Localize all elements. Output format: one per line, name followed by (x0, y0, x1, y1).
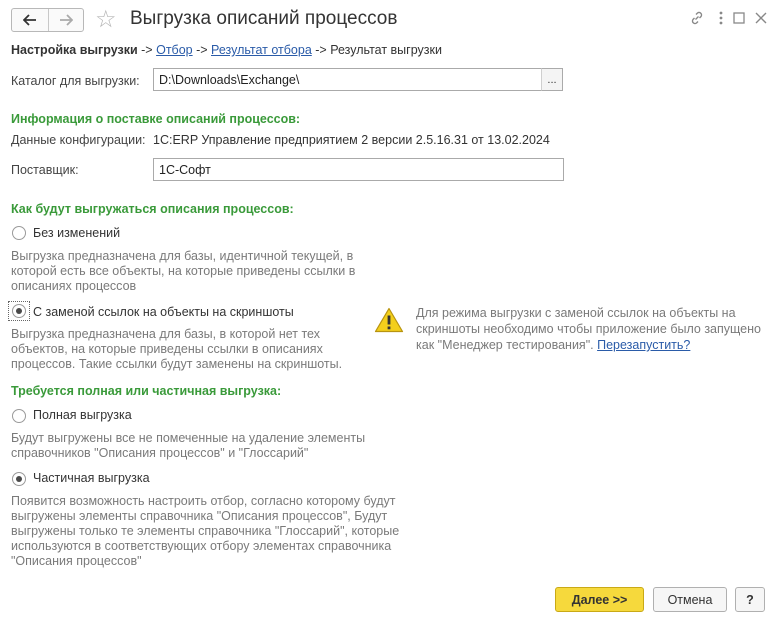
close-icon[interactable] (752, 8, 770, 28)
radio-no-changes-label[interactable]: Без изменений (33, 226, 120, 240)
page-title: Выгрузка описаний процессов (130, 8, 398, 29)
scope-heading: Требуется полная или частичная выгрузка: (11, 384, 282, 398)
config-label: Данные конфигурации: (11, 133, 146, 147)
info-heading: Информация о поставке описаний процессов… (11, 112, 301, 126)
forward-button[interactable] (47, 9, 84, 31)
cancel-button[interactable]: Отмена (653, 587, 727, 612)
breadcrumb: Настройка выгрузки -> Отбор -> Результат… (11, 43, 442, 57)
restart-link[interactable]: Перезапустить? (597, 338, 690, 352)
full-export-description: Будут выгружены все не помеченные на уда… (11, 431, 366, 460)
catalog-path-input[interactable] (153, 68, 542, 91)
warning-icon (374, 307, 404, 333)
radio-full-export[interactable] (12, 409, 26, 423)
catalog-label: Каталог для выгрузки: (11, 74, 140, 88)
next-button[interactable]: Далее >> (555, 587, 644, 612)
more-vertical-icon[interactable] (712, 8, 730, 28)
radio-selected-dot (16, 476, 22, 482)
star-icon[interactable]: ☆ (95, 7, 117, 31)
partial-export-description: Появится возможность настроить отбор, со… (11, 494, 400, 568)
no-changes-description: Выгрузка предназначена для базы, идентич… (11, 249, 356, 293)
radio-partial-export[interactable] (12, 472, 26, 486)
supplier-label: Поставщик: (11, 163, 79, 177)
navigation-buttons (11, 8, 84, 32)
radio-replace-links-label[interactable]: С заменой ссылок на объекты на скриншоты (33, 305, 294, 319)
radio-no-changes[interactable] (12, 226, 26, 240)
supplier-input[interactable] (153, 158, 564, 181)
link-icon[interactable] (688, 8, 706, 28)
radio-selected-dot (16, 308, 22, 314)
config-value: 1C:ERP Управление предприятием 2 версии … (153, 133, 550, 147)
radio-replace-links[interactable] (8, 301, 30, 321)
radio-full-export-label[interactable]: Полная выгрузка (33, 408, 132, 422)
arrow-left-icon (22, 14, 36, 26)
maximize-icon[interactable] (730, 8, 748, 28)
mode-heading: Как будут выгружаться описания процессов… (11, 202, 294, 216)
help-button[interactable]: ? (735, 587, 765, 612)
breadcrumb-filter-link[interactable]: Отбор (156, 43, 193, 57)
replace-links-description: Выгрузка предназначена для базы, в котор… (11, 327, 343, 371)
back-button[interactable] (12, 9, 48, 31)
breadcrumb-filter-result-link[interactable]: Результат отбора (211, 43, 312, 57)
breadcrumb-current: Настройка выгрузки (11, 43, 138, 57)
radio-partial-export-label[interactable]: Частичная выгрузка (33, 471, 150, 485)
arrow-right-icon (59, 14, 73, 26)
warning-message: Для режима выгрузки с заменой ссылок на … (416, 306, 761, 352)
breadcrumb-export-result: Результат выгрузки (330, 43, 442, 57)
catalog-select-button[interactable]: ... (541, 68, 563, 91)
